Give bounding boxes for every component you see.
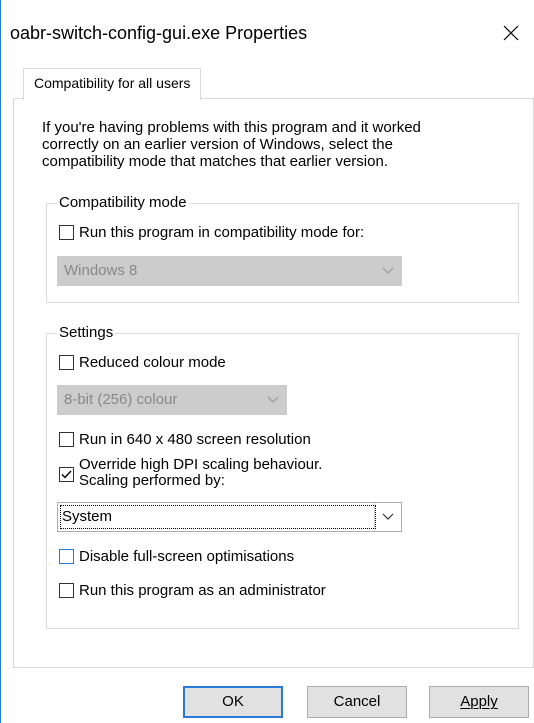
reduced-colour-row[interactable]: Reduced colour mode	[59, 354, 226, 372]
admin-checkbox[interactable]	[59, 583, 74, 598]
dpi-override-label-line2: Scaling performed by:	[79, 472, 225, 489]
colour-depth-value: 8-bit (256) colour	[64, 391, 178, 408]
tab-compatibility-all-users[interactable]: Compatibility for all users	[23, 68, 202, 100]
resolution-checkbox[interactable]	[59, 432, 74, 447]
admin-row[interactable]: Run this program as an administrator	[59, 582, 326, 600]
compatibility-mode-group: Compatibility mode Run this program in c…	[46, 194, 519, 303]
properties-dialog: oabr-switch-config-gui.exe Properties Co…	[0, 0, 534, 723]
chevron-down-icon	[260, 386, 286, 414]
settings-title: Settings	[57, 324, 116, 342]
compat-mode-checkbox[interactable]	[59, 225, 74, 240]
dpi-override-label-line1: Override high DPI scaling behaviour.	[79, 456, 323, 473]
reduced-colour-label: Reduced colour mode	[79, 354, 226, 371]
fullscreen-opt-row[interactable]: Disable full-screen optimisations	[59, 548, 294, 566]
dpi-scaling-value: System	[62, 508, 113, 525]
fullscreen-opt-checkbox[interactable]	[59, 549, 74, 564]
reduced-colour-checkbox[interactable]	[59, 355, 74, 370]
chevron-down-icon	[375, 257, 401, 285]
cancel-button[interactable]: Cancel	[307, 686, 407, 718]
resolution-row[interactable]: Run in 640 x 480 screen resolution	[59, 431, 311, 449]
resolution-label: Run in 640 x 480 screen resolution	[79, 431, 311, 448]
compat-mode-checkbox-row[interactable]: Run this program in compatibility mode f…	[59, 224, 364, 242]
dpi-override-row[interactable]: Override high DPI scaling behaviour. Sca…	[59, 457, 322, 489]
dpi-scaling-select[interactable]: System	[57, 502, 402, 532]
admin-label: Run this program as an administrator	[79, 582, 326, 599]
close-button[interactable]	[488, 10, 534, 56]
checkmark-icon	[61, 470, 72, 479]
close-icon	[503, 25, 519, 41]
title-bar: oabr-switch-config-gui.exe Properties	[1, 0, 534, 64]
compat-mode-label: Run this program in compatibility mode f…	[79, 224, 365, 241]
intro-text: If you're having problems with this prog…	[42, 119, 482, 170]
compatibility-mode-title: Compatibility mode	[57, 194, 189, 212]
settings-group: Settings Reduced colour mode 8-bit (256)…	[46, 324, 519, 629]
compat-os-value: Windows 8	[64, 262, 138, 279]
ok-button[interactable]: OK	[183, 686, 283, 718]
intro-line: compatibility mode that matches that ear…	[42, 153, 388, 170]
fullscreen-opt-label: Disable full-screen optimisations	[79, 548, 295, 565]
chevron-down-icon	[374, 503, 401, 531]
apply-button[interactable]: Apply	[429, 686, 529, 718]
dpi-override-checkbox[interactable]	[59, 467, 74, 482]
tab-panel: If you're having problems with this prog…	[13, 98, 534, 668]
window-title: oabr-switch-config-gui.exe Properties	[10, 23, 308, 43]
colour-depth-select[interactable]: 8-bit (256) colour	[57, 385, 287, 415]
compat-os-select[interactable]: Windows 8	[57, 256, 402, 286]
intro-line: correctly on an earlier version of Windo…	[42, 136, 393, 153]
apply-button-label: Apply	[460, 693, 498, 710]
intro-line: If you're having problems with this prog…	[42, 119, 421, 136]
tab-strip: Compatibility for all users	[13, 64, 533, 100]
